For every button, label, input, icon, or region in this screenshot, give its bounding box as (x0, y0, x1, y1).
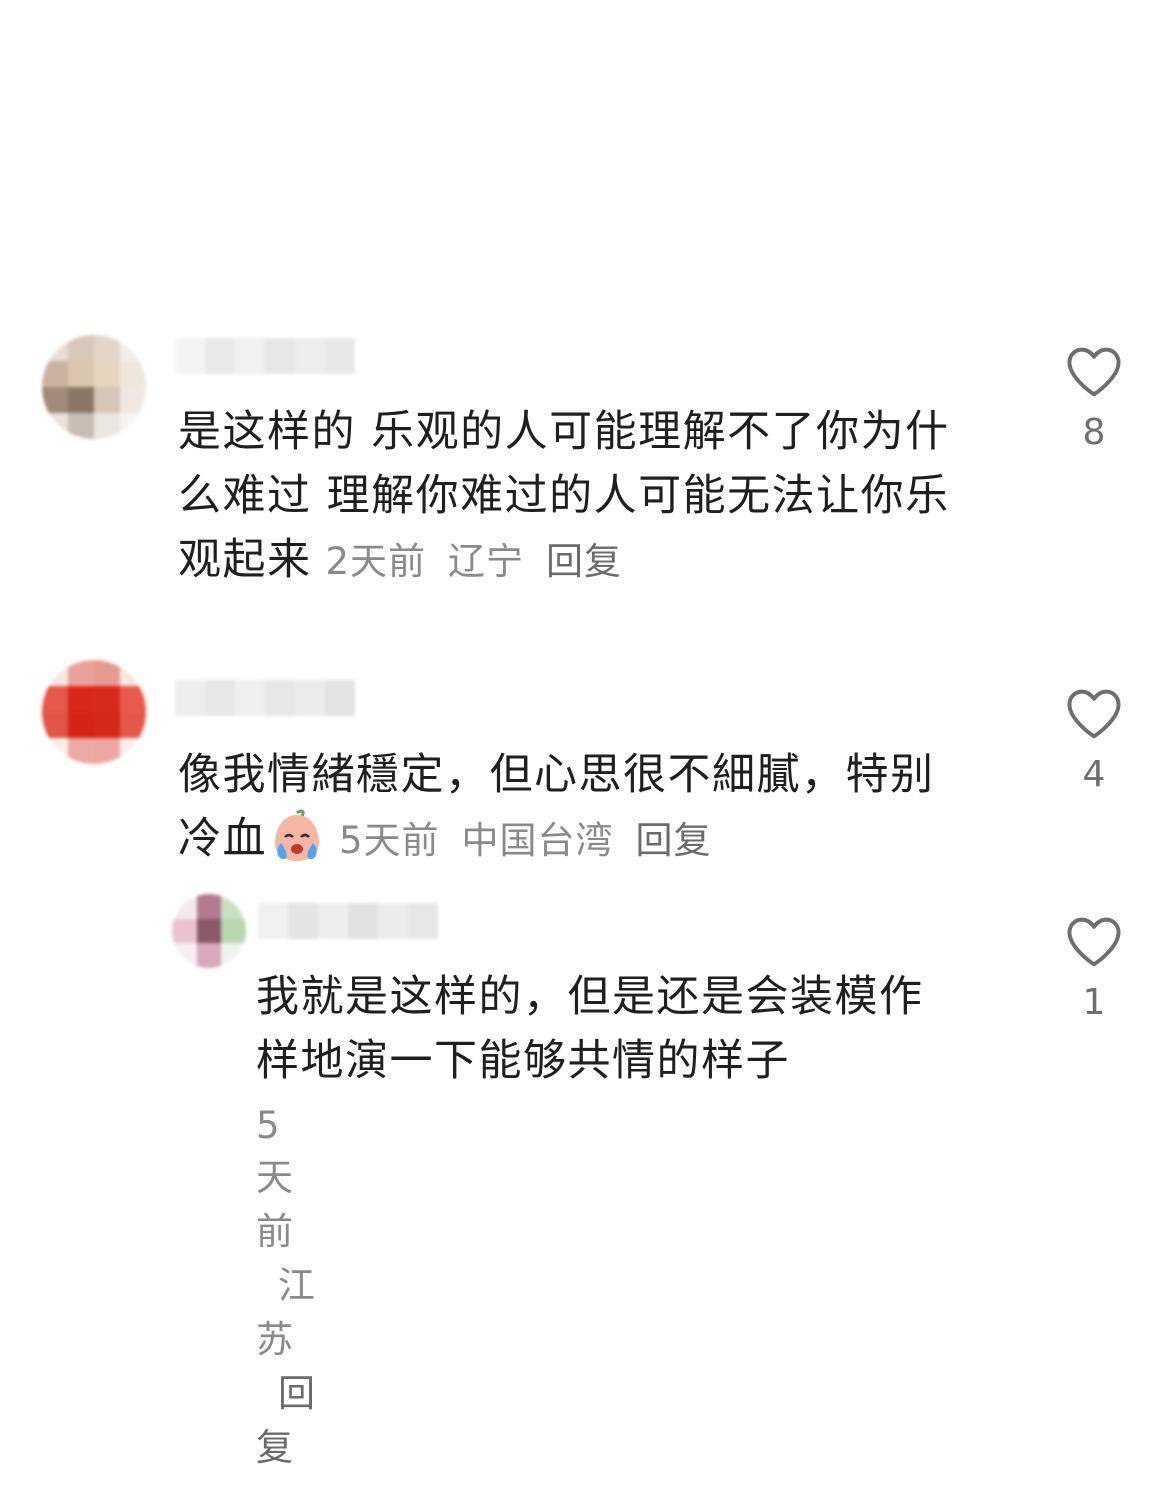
comment-location: 辽宁 (448, 540, 525, 583)
avatar[interactable] (172, 894, 246, 968)
heart-outline-icon (1067, 689, 1121, 739)
comment-line: 么难过 理解你难过的人可能无法让你乐 (178, 471, 950, 521)
reply-button[interactable]: 回复 (636, 819, 712, 862)
comment-location: 中国台湾 (461, 819, 614, 862)
comment-meta: 2天前 辽宁 回复 (326, 540, 623, 583)
reply-button[interactable]: 回复 (256, 1372, 316, 1469)
comment-meta: 5天前江苏回复 (256, 1104, 316, 1471)
comment-text: 我就是这样的，但是还是会装模作 样地演一下能够共情的样子 (256, 965, 1016, 1093)
username-blurred[interactable] (175, 680, 355, 716)
comment-line: 观起来 (178, 535, 312, 585)
comment-text: 像我情緒穩定，但心思很不細膩，特别 冷血 5天前 中国台湾 回复 (178, 743, 1038, 873)
comment-line: 我就是这样的，但是还是会装模作 (256, 972, 924, 1022)
crying-face-emoji (275, 809, 319, 861)
comment-meta: 5天前 中国台湾 回复 (339, 819, 712, 862)
comment-location: 江苏 (256, 1264, 316, 1361)
avatar[interactable] (42, 335, 146, 439)
comment-line: 冷血 (178, 814, 267, 864)
like-button[interactable]: 1 (1059, 914, 1129, 1023)
username-blurred[interactable] (258, 903, 438, 939)
heart-outline-icon (1067, 917, 1121, 967)
comment-text: 是这样的 乐观的人可能理解不了你为什 么难过 理解你难过的人可能无法让你乐 观起… (178, 400, 1038, 594)
comment-line: 样地演一下能够共情的样子 (256, 1036, 790, 1086)
comment-line: 是这样的 乐观的人可能理解不了你为什 (178, 407, 950, 457)
comment-time: 5天前 (339, 819, 440, 862)
like-count: 4 (1082, 754, 1106, 795)
like-button[interactable]: 4 (1059, 686, 1129, 795)
username-blurred[interactable] (175, 338, 355, 374)
heart-outline-icon (1067, 347, 1121, 397)
like-count: 1 (1082, 982, 1106, 1023)
comment-line: 像我情緒穩定，但心思很不細膩，特别 (178, 750, 935, 800)
avatar[interactable] (42, 660, 146, 764)
reply-button[interactable]: 回复 (546, 540, 622, 583)
like-button[interactable]: 8 (1059, 344, 1129, 453)
like-count: 8 (1082, 412, 1106, 453)
comment-time: 5天前 (256, 1104, 294, 1253)
comment-time: 2天前 (325, 540, 427, 583)
